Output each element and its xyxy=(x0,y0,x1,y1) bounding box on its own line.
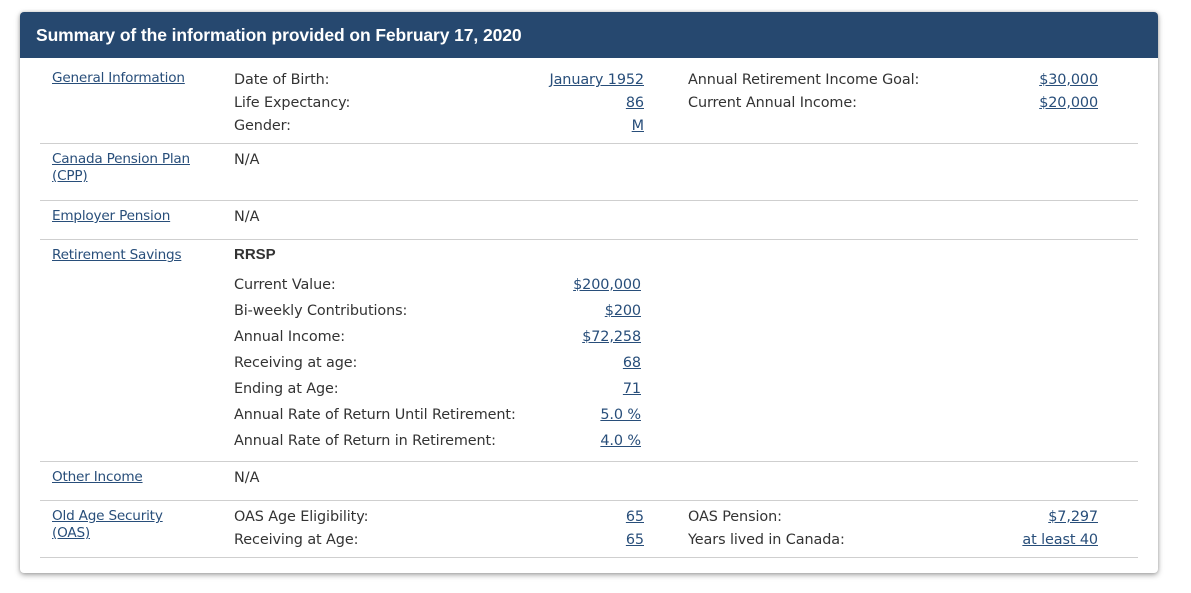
row-cpp: Canada Pension Plan (CPP) N/A xyxy=(40,144,1138,201)
summary-rows: General Information Date of Birth: Janua… xyxy=(40,58,1138,558)
years-in-canada-label: Years lived in Canada: xyxy=(688,532,845,548)
rrsp-heading: RRSP xyxy=(234,246,276,263)
row-other-income: Other Income N/A xyxy=(40,462,1138,501)
income-goal-label: Annual Retirement Income Goal: xyxy=(688,72,920,88)
oas-link-line2: (OAS) xyxy=(52,525,90,541)
employer-pension-value: N/A xyxy=(234,209,260,225)
cpp-link-line2: (CPP) xyxy=(52,168,88,184)
row-oas: Old Age Security (OAS) OAS Age Eligibili… xyxy=(40,501,1138,558)
cpp-link[interactable]: Canada Pension Plan (CPP) xyxy=(52,151,190,185)
rrsp-current-value-label: Current Value: xyxy=(234,277,336,293)
rrsp-ending-age-value[interactable]: 71 xyxy=(623,378,641,401)
general-information-link[interactable]: General Information xyxy=(52,70,185,87)
row-retirement-savings: Retirement Savings RRSP Current Value: $… xyxy=(40,240,1138,462)
current-income-value[interactable]: $20,000 xyxy=(1039,92,1098,115)
retirement-savings-link[interactable]: Retirement Savings xyxy=(52,247,182,264)
rrsp-return-in-retirement-value[interactable]: 4.0 % xyxy=(600,430,641,453)
date-of-birth-value[interactable]: January 1952 xyxy=(549,69,644,92)
current-income-label: Current Annual Income: xyxy=(688,95,857,111)
rrsp-return-in-retirement-label: Annual Rate of Return in Retirement: xyxy=(234,433,496,449)
summary-card: Summary of the information provided on F… xyxy=(20,12,1158,573)
rrsp-annual-income-value[interactable]: $72,258 xyxy=(582,326,641,349)
summary-title: Summary of the information provided on F… xyxy=(20,12,1158,58)
oas-link-line1: Old Age Security xyxy=(52,508,163,524)
life-expectancy-value[interactable]: 86 xyxy=(626,92,644,115)
cpp-link-line1: Canada Pension Plan xyxy=(52,151,190,167)
oas-link[interactable]: Old Age Security (OAS) xyxy=(52,508,163,542)
years-in-canada-value[interactable]: at least 40 xyxy=(1022,529,1098,552)
employer-pension-link[interactable]: Employer Pension xyxy=(52,208,170,225)
other-income-link[interactable]: Other Income xyxy=(52,469,143,486)
rrsp-annual-income-label: Annual Income: xyxy=(234,329,345,345)
rrsp-return-until-retirement-value[interactable]: 5.0 % xyxy=(600,404,641,427)
cpp-value: N/A xyxy=(234,152,260,168)
rrsp-ending-age-label: Ending at Age: xyxy=(234,381,339,397)
row-general-information: General Information Date of Birth: Janua… xyxy=(40,58,1138,144)
rrsp-contributions-label: Bi-weekly Contributions: xyxy=(234,303,408,319)
gender-label: Gender: xyxy=(234,118,291,134)
rrsp-return-until-retirement-label: Annual Rate of Return Until Retirement: xyxy=(234,407,516,423)
rrsp-contributions-value[interactable]: $200 xyxy=(605,300,641,323)
oas-age-eligibility-label: OAS Age Eligibility: xyxy=(234,509,369,525)
other-income-value: N/A xyxy=(234,470,260,486)
oas-receiving-age-value[interactable]: 65 xyxy=(626,529,644,552)
rrsp-current-value[interactable]: $200,000 xyxy=(573,274,641,297)
oas-pension-label: OAS Pension: xyxy=(688,509,782,525)
rrsp-receiving-age-value[interactable]: 68 xyxy=(623,352,641,375)
income-goal-value[interactable]: $30,000 xyxy=(1039,69,1098,92)
row-employer-pension: Employer Pension N/A xyxy=(40,201,1138,240)
life-expectancy-label: Life Expectancy: xyxy=(234,95,351,111)
date-of-birth-label: Date of Birth: xyxy=(234,72,330,88)
oas-receiving-age-label: Receiving at Age: xyxy=(234,532,359,548)
oas-pension-value[interactable]: $7,297 xyxy=(1048,506,1098,529)
rrsp-receiving-age-label: Receiving at age: xyxy=(234,355,358,371)
gender-value[interactable]: M xyxy=(632,115,644,138)
oas-age-eligibility-value[interactable]: 65 xyxy=(626,506,644,529)
